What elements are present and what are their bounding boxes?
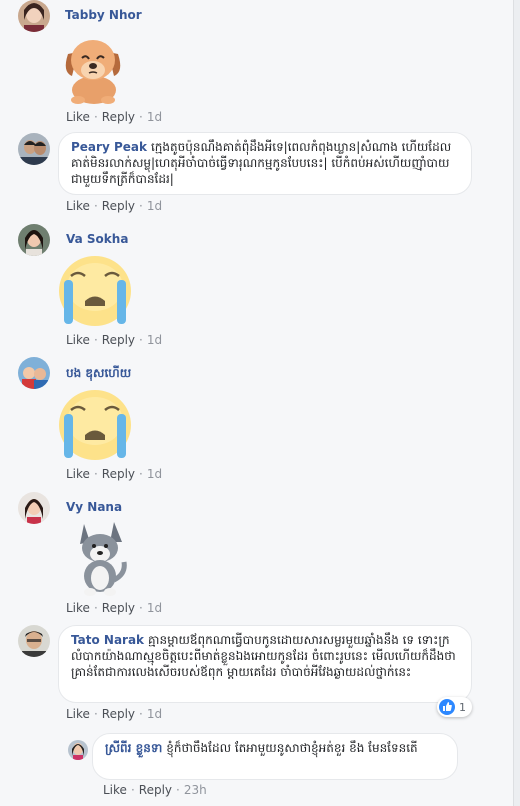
comment-time[interactable]: 1d — [147, 707, 162, 721]
avatar[interactable] — [18, 0, 50, 32]
comment-author[interactable]: Vy Nana — [66, 500, 122, 514]
separator: · — [93, 467, 98, 481]
reply-link[interactable]: Reply — [102, 199, 135, 213]
comment-actions: Like · Reply · 1d — [66, 601, 162, 615]
comment-actions: Like · Reply · 1d — [66, 707, 162, 721]
comment-author[interactable]: Peary Peak — [71, 140, 147, 154]
avatar[interactable] — [18, 357, 50, 389]
comment-time[interactable]: 1d — [147, 110, 162, 124]
separator: · — [139, 199, 143, 213]
like-link[interactable]: Like — [66, 333, 90, 347]
reply-link[interactable]: Reply — [102, 707, 135, 721]
reply-link[interactable]: Reply — [102, 333, 135, 347]
reply-time[interactable]: 23h — [184, 783, 207, 797]
avatar[interactable] — [68, 740, 88, 760]
like-link[interactable]: Like — [66, 110, 90, 124]
crying-face-sticker — [56, 254, 134, 332]
comment-actions: Like · Reply · 1d — [66, 467, 162, 481]
separator: · — [93, 601, 98, 615]
comment-actions: Like · Reply · 1d — [66, 333, 162, 347]
comment-time[interactable]: 1d — [147, 333, 162, 347]
separator: · — [139, 333, 143, 347]
comment-bubble: Tato Narak គ្មានម្តាយឪពុកណាធ្វើបាបកូនដោយស… — [58, 625, 472, 703]
avatar[interactable] — [18, 224, 50, 256]
reaction-count[interactable]: 1 — [437, 697, 472, 717]
separator: · — [139, 601, 143, 615]
husky-dog-sticker — [70, 518, 130, 602]
comment-author[interactable]: Tato Narak — [71, 633, 144, 647]
separator: · — [93, 333, 98, 347]
like-link[interactable]: Like — [103, 783, 127, 797]
crying-face-sticker — [56, 388, 134, 466]
reply-link[interactable]: Reply — [139, 783, 172, 797]
comment-author[interactable]: បង ឌុសហើយ — [66, 365, 131, 383]
avatar[interactable] — [18, 133, 50, 165]
reaction-count-value: 1 — [459, 700, 466, 714]
comment-time[interactable]: 1d — [147, 601, 162, 615]
like-link[interactable]: Like — [66, 707, 90, 721]
reply-link[interactable]: Reply — [102, 110, 135, 124]
like-reaction-icon — [439, 699, 455, 715]
reply-text: ខ្ញុំក៏ថាចឹងដែល តែអាមួយនូសាថាខ្ញុំអត់ខួរ… — [166, 741, 418, 755]
separator: · — [130, 783, 135, 797]
page-scrollbar[interactable] — [513, 0, 520, 806]
avatar[interactable] — [18, 492, 50, 524]
separator: · — [176, 783, 180, 797]
comment-time[interactable]: 1d — [147, 199, 162, 213]
like-link[interactable]: Like — [66, 199, 90, 213]
reply-author[interactable]: ស្រីពីរ ខ្លួនទា — [105, 741, 162, 755]
like-link[interactable]: Like — [66, 467, 90, 481]
comment-actions: Like · Reply · 1d — [66, 110, 162, 124]
comment-time[interactable]: 1d — [147, 467, 162, 481]
comment-bubble: Peary Peak ក្មេងតូចប៉ុនណឹងគាត់ពុំដឹងអីទេ|… — [58, 132, 472, 195]
separator: · — [139, 467, 143, 481]
reply-actions: Like · Reply · 23h — [103, 783, 207, 797]
separator: · — [93, 707, 98, 721]
separator: · — [139, 707, 143, 721]
comment-author[interactable]: Va Sokha — [66, 232, 128, 246]
comment-actions: Like · Reply · 1d — [66, 199, 162, 213]
separator: · — [93, 199, 98, 213]
reply-bubble: ស្រីពីរ ខ្លួនទា ខ្ញុំក៏ថាចឹងដែល តែអាមួយនូ… — [92, 733, 458, 780]
like-link[interactable]: Like — [66, 601, 90, 615]
separator: · — [93, 110, 98, 124]
comment-author[interactable]: Tabby Nhor — [65, 8, 142, 22]
avatar[interactable] — [18, 625, 50, 657]
separator: · — [139, 110, 143, 124]
reply-link[interactable]: Reply — [102, 601, 135, 615]
reply-link[interactable]: Reply — [102, 467, 135, 481]
sad-puppy-sticker — [56, 30, 130, 110]
